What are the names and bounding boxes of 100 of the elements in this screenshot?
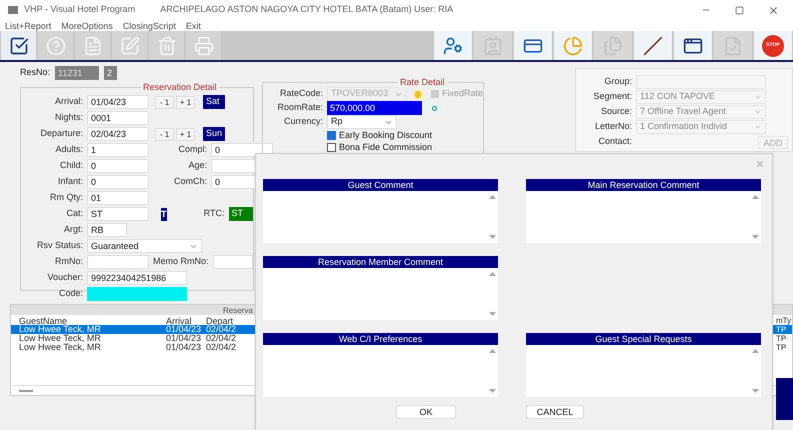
field-label: Currency:: [282, 115, 324, 128]
text-field[interactable]: RB: [87, 223, 127, 237]
menu-item[interactable]: ClosingScript: [122, 20, 176, 30]
field-label: ComCh:: [172, 175, 208, 188]
edit-icon: [120, 36, 140, 56]
section-header: Guest Comment: [263, 179, 498, 191]
section-header: Guest Special Requests: [526, 333, 761, 345]
toolbar-button[interactable]: [514, 31, 552, 60]
field-label: Adults:: [54, 143, 84, 156]
field-label: LetterNo:: [594, 120, 633, 134]
small-button[interactable]: [428, 102, 441, 114]
close-icon[interactable]: [768, 4, 779, 16]
weekday-label: Sat: [203, 95, 225, 109]
text-field[interactable]: 570,000.00: [327, 101, 422, 115]
maximize-icon[interactable]: [735, 6, 744, 14]
user-gear-icon: [443, 36, 463, 56]
res-sequence-field: 2: [104, 66, 118, 80]
text-field[interactable]: ST: [87, 207, 149, 221]
menu-item[interactable]: Exit: [186, 20, 201, 30]
printer-icon: [194, 36, 214, 56]
text-field[interactable]: 0001: [87, 111, 149, 125]
text-field[interactable]: ST: [228, 207, 253, 221]
app-icon: [8, 6, 18, 14]
field-label: ResNo:: [20, 66, 50, 80]
plus-button[interactable]: + 1: [176, 128, 195, 140]
text-field[interactable]: 1: [87, 143, 149, 157]
text-field[interactable]: [212, 255, 253, 269]
field-label: RoomRate:: [276, 101, 324, 114]
table-group-header: Reserva: [223, 305, 253, 315]
table-cell-text: TP: [776, 325, 788, 334]
checkbox-label: Bona Fide Commission: [339, 140, 432, 154]
field-label: Segment:: [592, 90, 633, 104]
toolbar-button[interactable]: [674, 31, 712, 60]
pie-chart-icon: [563, 36, 583, 56]
minus-button[interactable]: - 1: [155, 96, 174, 108]
scroll-up-icon[interactable]: [488, 272, 496, 276]
text-field[interactable]: [87, 255, 149, 269]
menu-item[interactable]: MoreOptions: [61, 20, 113, 30]
scroll-thumb[interactable]: [19, 390, 33, 392]
field-label: Argt:: [62, 223, 84, 236]
scroll-up-icon[interactable]: [752, 349, 758, 353]
scroll-down-icon[interactable]: [488, 389, 496, 393]
toolbar-button[interactable]: [1, 31, 36, 60]
field-label: RTC:: [202, 207, 226, 220]
table-cell-text: 01/04/23: [166, 343, 202, 352]
scroll-down-icon[interactable]: [488, 235, 496, 239]
panel-title: Rate Detail: [398, 76, 447, 90]
text-field[interactable]: 0: [87, 159, 149, 173]
cancel-button[interactable]: CANCEL: [526, 405, 584, 419]
table-cell-text: Low Hwee Teck, MR: [18, 325, 102, 334]
text-field[interactable]: 999223404251986: [87, 271, 187, 285]
close-icon[interactable]: [755, 159, 765, 169]
toolbar-button[interactable]: [634, 31, 672, 60]
table-cell-text: 02/04/2: [206, 334, 238, 343]
table-cell-text: 01/04/23: [166, 334, 202, 343]
field-label: RateCode:: [278, 87, 324, 100]
table-cell-text: Low Hwee Teck, MR: [18, 343, 102, 352]
ok-button[interactable]: OK: [396, 405, 456, 419]
field-label: Rm Qty:: [49, 191, 84, 204]
text-field[interactable]: 01/04/23: [87, 95, 149, 109]
text-field[interactable]: 0: [211, 143, 273, 157]
field-label: Contact:: [597, 135, 633, 148]
menu-item[interactable]: List+Report: [5, 20, 52, 30]
table-cell-text: 02/04/2: [206, 343, 238, 352]
field-label: Arrival:: [54, 95, 84, 108]
plus-button[interactable]: + 1: [176, 96, 195, 108]
scroll-up-icon[interactable]: [488, 195, 496, 199]
field-label: Code:: [58, 287, 84, 300]
checkbox-icon: [8, 36, 28, 56]
text-field[interactable]: 02/04/23: [87, 127, 149, 141]
scroll-down-icon[interactable]: [752, 235, 758, 239]
dropdown[interactable]: Rp: [327, 115, 397, 129]
checkbox[interactable]: [327, 131, 336, 140]
text-field[interactable]: [87, 287, 187, 301]
window-subtitle: ARCHIPELAGO ASTON NAGOYA CITY HOTEL BATA (Batam) User: RIA: [160, 3, 454, 16]
section-header: Reservation Member Comment: [263, 256, 498, 268]
scroll-down-icon[interactable]: [752, 389, 758, 393]
minus-button[interactable]: - 1: [155, 128, 174, 140]
scroll-up-icon[interactable]: [752, 195, 758, 199]
text-field[interactable]: 01: [87, 191, 149, 205]
table-cell-text: 01/04/23: [166, 325, 202, 334]
flag-label: T: [161, 208, 166, 220]
column-header: GuestName: [18, 315, 68, 325]
section-header: Web C/I Preferences: [263, 333, 498, 345]
section-header: Main Reservation Comment: [526, 179, 761, 191]
field-label: Infant:: [56, 175, 84, 188]
scroll-up-icon[interactable]: [488, 349, 496, 353]
side-panel: [776, 378, 793, 420]
checkbox-label: FixedRate: [442, 87, 483, 100]
dropdown[interactable]: Guaranteed: [87, 239, 202, 253]
column-header: Arrival: [166, 315, 192, 325]
weekday-label: Sun: [203, 127, 225, 141]
checkbox[interactable]: [327, 143, 336, 152]
field-label: Memo RmNo:: [153, 255, 210, 268]
text-field[interactable]: 0: [87, 175, 149, 189]
scroll-down-icon[interactable]: [488, 312, 496, 316]
table-cell-text: TP: [776, 343, 788, 352]
field-label: Child:: [58, 159, 84, 172]
toolbar-button[interactable]: [434, 31, 472, 60]
checkbox[interactable]: [430, 90, 439, 98]
